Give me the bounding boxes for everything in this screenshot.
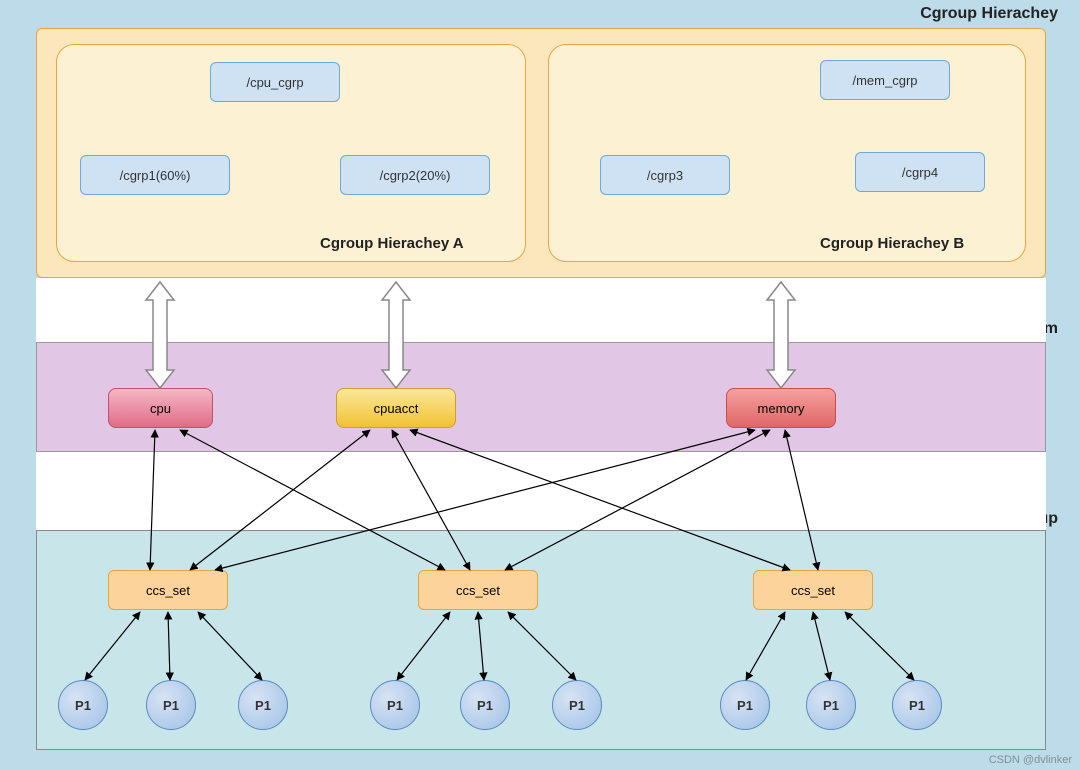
hierarchy-section-title: Cgroup Hierachey [920,5,1058,23]
proc-b3: P1 [552,680,602,730]
proc-a2: P1 [146,680,196,730]
subsystem-memory: memory [726,388,836,428]
subsystem-cpu: cpu [108,388,213,428]
proc-a3: P1 [238,680,288,730]
hier-a-child2: /cgrp2(20%) [340,155,490,195]
proc-b1: P1 [370,680,420,730]
proc-b2: P1 [460,680,510,730]
ccs-set-2: ccs_set [418,570,538,610]
proc-c2: P1 [806,680,856,730]
hier-a-root: /cpu_cgrp [210,62,340,102]
white-gap-2 [36,452,1046,530]
ccs-set-1: ccs_set [108,570,228,610]
white-gap-1 [36,278,1046,342]
hierarchy-a-label: Cgroup Hierachey A [320,235,464,252]
hier-b-child2: /cgrp4 [855,152,985,192]
watermark: CSDN @dvlinker [989,754,1072,766]
hier-a-child1: /cgrp1(60%) [80,155,230,195]
subsystem-cpuacct: cpuacct [336,388,456,428]
hier-b-child1: /cgrp3 [600,155,730,195]
ccs-set-3: ccs_set [753,570,873,610]
hier-b-root: /mem_cgrp [820,60,950,100]
proc-c1: P1 [720,680,770,730]
proc-a1: P1 [58,680,108,730]
proc-c3: P1 [892,680,942,730]
hierarchy-b-label: Cgroup Hierachey B [820,235,964,252]
